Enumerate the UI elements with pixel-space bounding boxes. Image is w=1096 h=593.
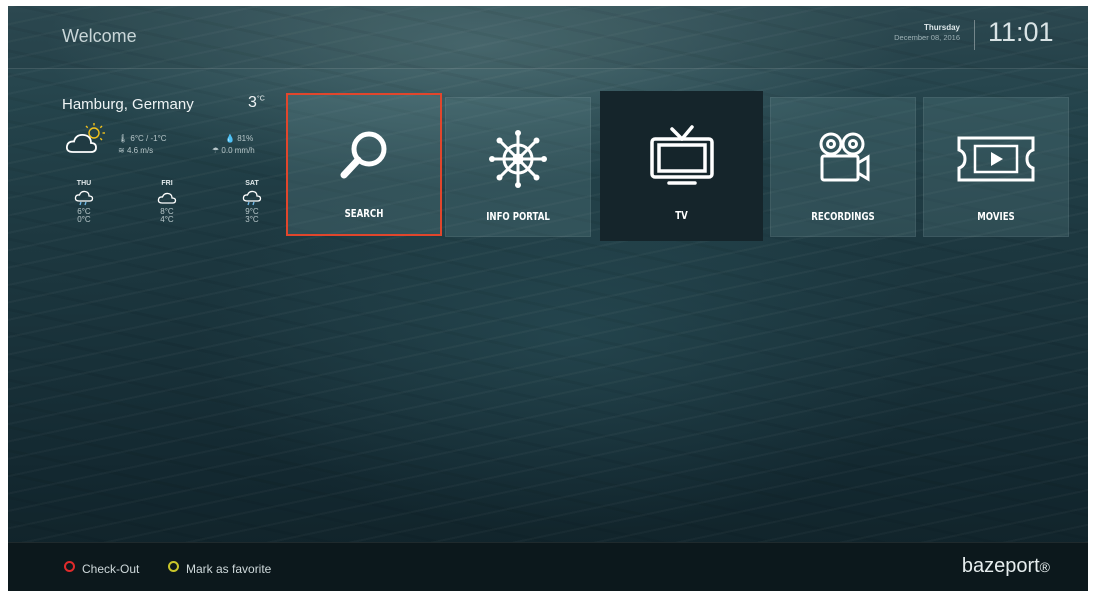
cloud-icon: [157, 192, 177, 204]
wind-speed: ≋ 4.6 m/s: [118, 146, 154, 155]
tv-screen: Welcome Thursday December 08, 2016 11:01…: [8, 6, 1088, 591]
temp-unit: °C: [256, 95, 265, 103]
tile-recordings[interactable]: RECORDINGS: [770, 97, 916, 237]
header-divider: [974, 20, 975, 50]
tile-search[interactable]: SEARCH: [286, 93, 442, 236]
clock: 11:01: [988, 17, 1054, 47]
rainfall: ☂ 0.0 mm/h: [212, 146, 255, 155]
red-button-icon: [64, 561, 75, 572]
top-bar: Welcome Thursday December 08, 2016 11:01: [8, 6, 1088, 69]
rain-value: 0.0 mm/h: [221, 146, 255, 155]
bazeport-logo: bazeport®: [962, 555, 1050, 578]
tile-tv[interactable]: TV: [600, 91, 763, 241]
forecast-low: 3°C: [245, 215, 259, 224]
checkout-hint[interactable]: Check-Out: [82, 562, 139, 576]
tile-info-portal[interactable]: INFO PORTAL: [445, 97, 591, 237]
forecast-day-label: THU: [76, 180, 92, 187]
ticket-play-icon: [924, 128, 1068, 190]
welcome-title: Welcome: [62, 26, 137, 46]
forecast-day-label: FRI: [161, 180, 173, 187]
forecast-day-label: SAT: [245, 180, 259, 187]
cloud-rain-icon: [74, 190, 94, 206]
magnifier-icon: [288, 125, 440, 187]
tile-movies[interactable]: MOVIES: [923, 97, 1069, 237]
forecast-low: 0°C: [77, 215, 91, 224]
weather-city: Hamburg, Germany: [62, 96, 194, 113]
brand-suffix: ®: [1039, 559, 1050, 575]
tile-label: INFO PORTAL: [486, 210, 550, 223]
tile-label: RECORDINGS: [811, 210, 875, 223]
date-label: December 08, 2016: [894, 33, 960, 42]
forecast-day: FRI 8°C 4°C: [147, 180, 187, 224]
date-display: Thursday December 08, 2016: [894, 23, 960, 42]
camera-icon: [771, 128, 915, 190]
yellow-button-icon: [168, 561, 179, 572]
day-label: Thursday: [923, 23, 960, 32]
temp-range-value: 6°C / -1°C: [130, 134, 167, 143]
humidity-value: 81%: [237, 134, 254, 143]
forecast-day: THU 6°C 0°C: [64, 180, 104, 224]
bottom-bar: Check-Out Mark as favorite bazeport®: [8, 542, 1088, 591]
wind-value: 4.6 m/s: [126, 146, 154, 155]
temp-value: 3: [248, 94, 257, 111]
cloud-sun-icon: [65, 123, 105, 153]
temp-range: 🌡 6°C / -1°C: [118, 134, 167, 143]
cloud-rain-icon: [242, 190, 262, 206]
tile-label: TV: [675, 209, 688, 222]
water-background: [8, 6, 1088, 546]
weather-current-temp: 3°C: [248, 94, 265, 112]
humidity: 💧 81%: [225, 134, 254, 143]
tile-label: SEARCH: [344, 207, 384, 220]
forecast-low: 4°C: [160, 215, 174, 224]
tv-icon: [600, 125, 763, 187]
forecast-day: SAT 9°C 3°C: [232, 180, 272, 224]
ship-wheel-icon: [446, 128, 590, 190]
brand-name: bazeport: [961, 555, 1040, 577]
favorite-hint[interactable]: Mark as favorite: [186, 562, 271, 576]
tile-label: MOVIES: [977, 210, 1015, 223]
